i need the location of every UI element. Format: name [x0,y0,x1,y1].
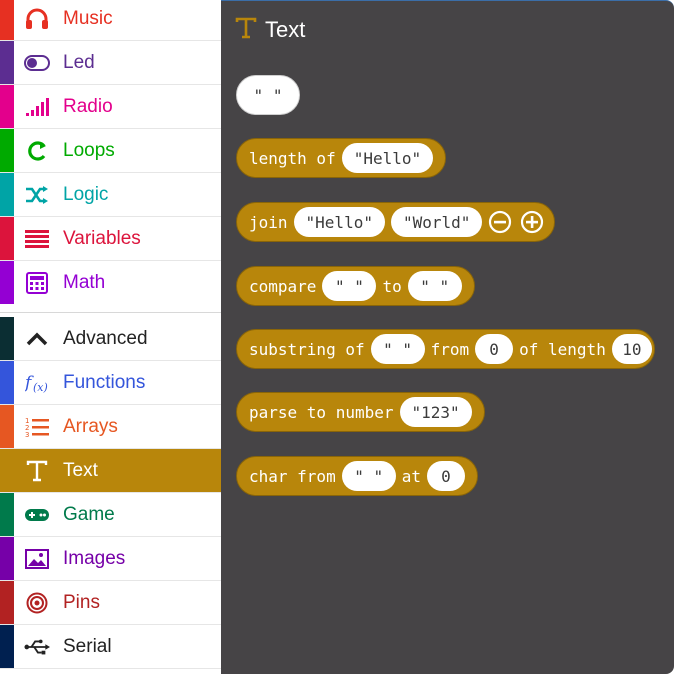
category-radio[interactable]: Radio [0,85,221,129]
category-color-bar [0,0,14,40]
block-keyword: at [401,466,421,486]
category-label: Game [63,504,115,525]
svg-text:(x): (x) [33,381,48,394]
string-slot[interactable]: "123" [399,397,472,427]
block-substring[interactable]: substring of " " from 0 of length 10 [236,329,655,369]
signal-bars-icon [24,95,50,119]
category-advanced[interactable]: Advanced [0,317,221,361]
block-keyword: parse to number [249,402,394,422]
category-color-bar [0,41,14,84]
chevron-up-icon [24,327,50,351]
category-color-bar [0,173,14,216]
category-label: Serial [63,636,112,657]
string-slot[interactable]: " " [322,271,377,301]
category-color-bar [0,261,14,304]
string-slot[interactable]: "Hello" [341,143,434,173]
block-keyword: length of [249,148,336,168]
category-images[interactable]: Images [0,537,221,581]
block-keyword: substring of [249,339,365,359]
category-game[interactable]: Game [0,493,221,537]
target-icon [24,591,50,615]
category-serial[interactable]: Serial [0,625,221,669]
category-arrays[interactable]: 123 Arrays [0,405,221,449]
string-slot[interactable]: " " [370,334,425,364]
category-label: Pins [63,592,100,613]
loop-arrow-icon [24,139,50,163]
string-slot[interactable]: " " [341,461,396,491]
category-label: Images [63,548,126,569]
text-icon [24,459,50,483]
calculator-icon [24,271,50,295]
category-label: Radio [63,96,113,117]
category-label: Music [63,8,113,29]
block-length-of[interactable]: length of "Hello" [236,138,447,178]
category-label: Variables [63,228,141,249]
text-icon [235,17,257,43]
list-icon: 123 [24,415,50,439]
category-pins[interactable]: Pins [0,581,221,625]
plus-circle-icon[interactable] [520,210,544,234]
image-icon [24,547,50,571]
text-blocks-flyout: Text " " length of "Hello" join "Hello" … [221,0,674,674]
category-led[interactable]: Led [0,41,221,85]
number-slot[interactable]: 10 [611,334,652,364]
block-join[interactable]: join "Hello" "World" [236,202,556,242]
block-parse-to-number[interactable]: parse to number "123" [236,392,485,432]
category-label: Functions [63,372,146,393]
category-color-bar [0,405,14,448]
block-empty-string[interactable]: " " [236,75,300,115]
string-slot[interactable]: "World" [390,207,483,237]
category-label: Led [63,52,95,73]
minus-circle-icon[interactable] [488,210,512,234]
category-label: Arrays [63,416,118,437]
toolbox-sidebar: Music Led Radio Loops Logic Variables Ma… [0,0,221,675]
string-slot[interactable]: " " [407,271,462,301]
category-color-bar [0,449,14,492]
category-label: Math [63,272,106,293]
category-color-bar [0,581,14,624]
string-literal: " " [253,85,283,105]
category-text[interactable]: Text [0,449,221,493]
headphones-icon [24,7,50,31]
category-color-bar [0,537,14,580]
block-keyword: join [249,212,288,232]
category-functions[interactable]: f (x) Functions [0,361,221,405]
category-label: Text [63,460,98,481]
category-color-bar [0,493,14,536]
block-keyword: from [430,339,470,359]
string-slot[interactable]: "Hello" [293,207,385,237]
block-keyword: to [382,276,402,296]
category-color-bar [0,317,14,360]
block-compare[interactable]: compare " " to " " [236,266,475,306]
category-label: Loops [63,140,115,161]
category-color-bar [0,217,14,260]
gamepad-icon [24,503,50,527]
category-music[interactable]: Music [0,0,221,41]
lines-icon [24,227,50,251]
block-keyword: of length [519,339,606,359]
number-slot[interactable]: 0 [475,334,514,364]
block-keyword: char from [249,466,336,486]
category-math[interactable]: Math [0,261,221,305]
category-color-bar [0,129,14,172]
category-color-bar [0,361,14,404]
category-loops[interactable]: Loops [0,129,221,173]
shuffle-icon [24,183,50,207]
category-color-bar [0,85,14,128]
svg-text:3: 3 [25,431,29,438]
category-separator [0,304,221,313]
category-color-bar [0,625,14,668]
function-icon: f (x) [24,371,50,395]
category-variables[interactable]: Variables [0,217,221,261]
category-logic[interactable]: Logic [0,173,221,217]
block-keyword: compare [249,276,317,296]
number-slot[interactable]: 0 [426,461,465,491]
flyout-title: Text [235,17,305,43]
flyout-title-text: Text [265,17,306,42]
block-char-from[interactable]: char from " " at 0 [236,456,478,496]
toggle-icon [24,51,50,75]
category-label: Logic [63,184,109,205]
category-label: Advanced [63,328,148,349]
usb-icon [24,635,50,659]
